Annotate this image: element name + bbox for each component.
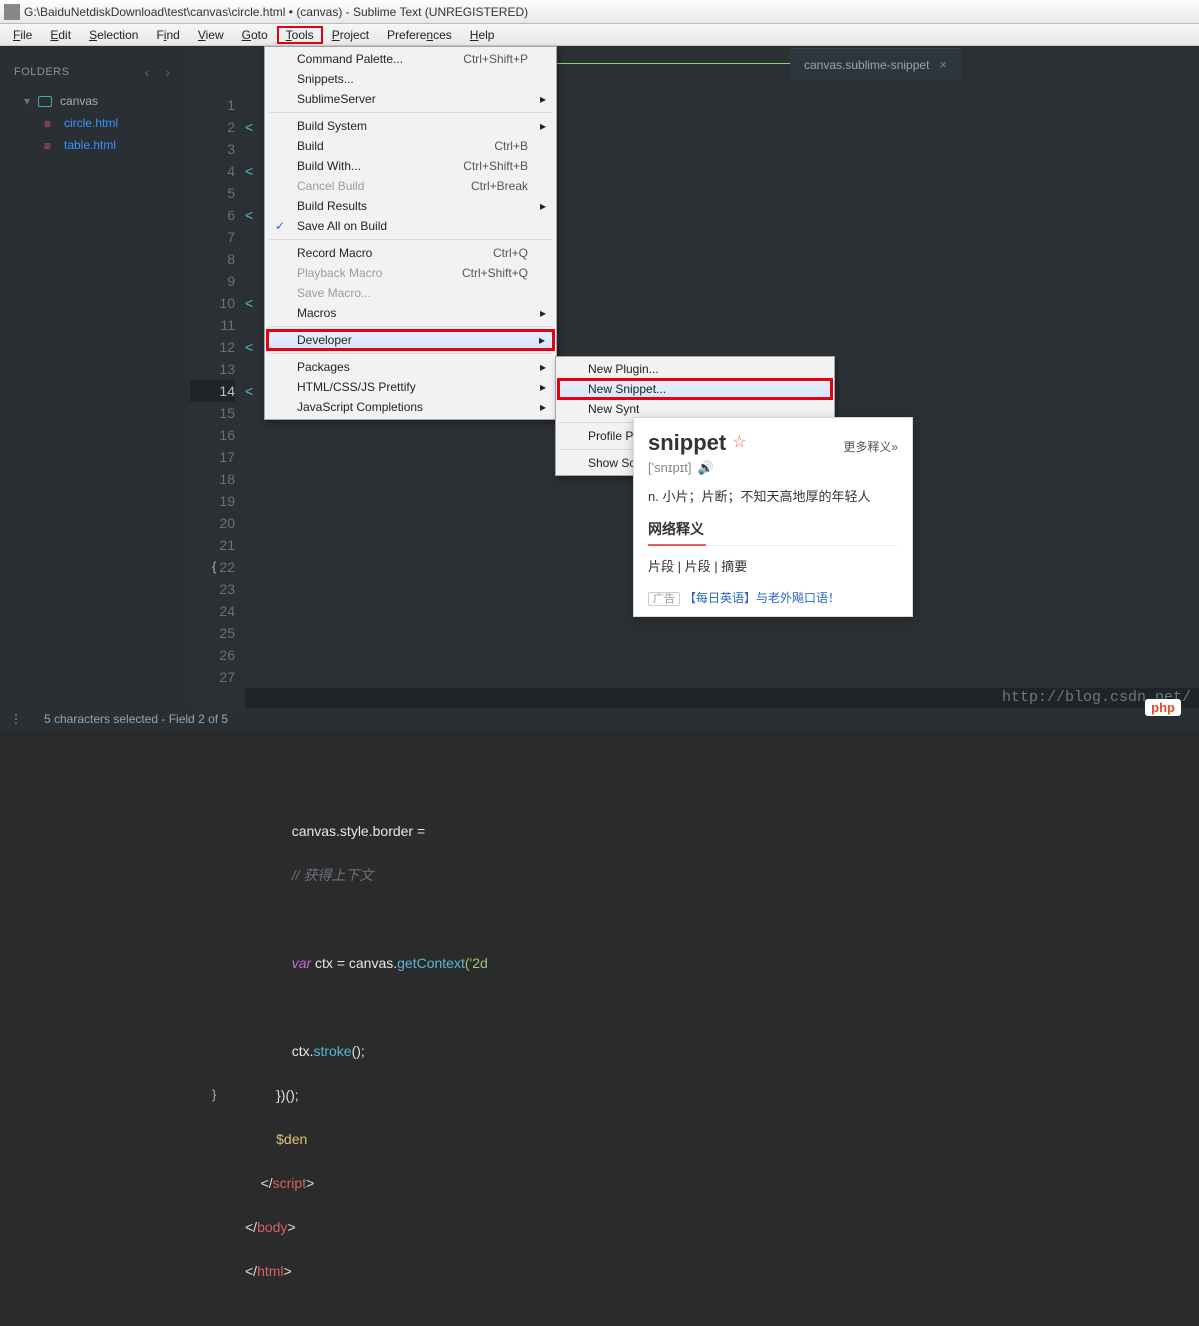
submenu-item[interactable]: New Plugin... <box>558 359 832 379</box>
folder-label: canvas <box>60 94 98 108</box>
menu-item[interactable]: JavaScript Completions▸ <box>267 397 554 417</box>
window-title: G:\BaiduNetdiskDownload\test\canvas\circ… <box>24 5 528 19</box>
menu-file[interactable]: File <box>4 26 41 44</box>
menu-selection[interactable]: Selection <box>80 26 147 44</box>
menu-item[interactable]: HTML/CSS/JS Prettify▸ <box>267 377 554 397</box>
menu-find[interactable]: Find <box>147 26 188 44</box>
menu-item[interactable]: Build Results▸ <box>267 196 554 216</box>
menu-item[interactable]: Cancel BuildCtrl+Break <box>267 176 554 196</box>
dict-word: snippet <box>648 430 726 456</box>
menu-preferences[interactable]: Preferences <box>378 26 461 44</box>
speaker-icon[interactable]: 🔊 <box>698 460 714 475</box>
tab-label: canvas.sublime-snippet <box>804 58 929 72</box>
sidebar-title: FOLDERS <box>14 66 69 78</box>
menu-item[interactable]: Playback MacroCtrl+Shift+Q <box>267 263 554 283</box>
menu-help[interactable]: Help <box>461 26 504 44</box>
file-label: circle.html <box>64 116 118 130</box>
tab-snippet[interactable]: canvas.sublime-snippet × <box>790 48 961 80</box>
file-circle[interactable]: circle.html <box>0 112 190 134</box>
menu-item[interactable]: Build System▸ <box>267 116 554 136</box>
file-icon <box>44 139 56 151</box>
menu-item[interactable]: Command Palette...Ctrl+Shift+P <box>267 49 554 69</box>
sidebar: FOLDERS ‹ › ▾ canvas circle.html table.h… <box>0 46 190 708</box>
menu-item[interactable]: Record MacroCtrl+Q <box>267 243 554 263</box>
menu-view[interactable]: View <box>189 26 233 44</box>
file-label: table.html <box>64 138 116 152</box>
php-logo: php <box>1145 699 1181 716</box>
titlebar: G:\BaiduNetdiskDownload\test\canvas\circ… <box>0 0 1199 24</box>
sidebar-header: FOLDERS ‹ › <box>0 64 190 90</box>
file-table[interactable]: table.html <box>0 134 190 156</box>
menu-project[interactable]: Project <box>323 26 378 44</box>
dict-phonetic: ['snɪpɪt]🔊 <box>648 460 898 476</box>
menu-item[interactable]: SublimeServer▸ <box>267 89 554 109</box>
menu-item[interactable]: Build With...Ctrl+Shift+B <box>267 156 554 176</box>
file-icon <box>44 117 56 129</box>
menu-item[interactable]: Packages▸ <box>267 357 554 377</box>
status-text: 5 characters selected - Field 2 of 5 <box>44 712 228 726</box>
submenu-item[interactable]: New Snippet... <box>558 379 832 399</box>
menu-item[interactable]: Save Macro... <box>267 283 554 303</box>
menu-tools[interactable]: Tools <box>277 26 323 44</box>
nav-arrows[interactable]: ‹ › <box>145 64 176 80</box>
statusbar: ⋮ 5 characters selected - Field 2 of 5 <box>0 708 1199 730</box>
dict-section: 网络释义 <box>648 519 898 546</box>
menu-item[interactable]: Macros▸ <box>267 303 554 323</box>
close-icon[interactable]: × <box>939 57 947 72</box>
app-icon <box>4 4 20 20</box>
menubar[interactable]: File Edit Selection Find View Goto Tools… <box>0 24 1199 46</box>
folder-icon <box>38 96 52 107</box>
menu-item[interactable]: ✓Save All on Build <box>267 216 554 236</box>
dict-def: n. 小片；片断；不知天高地厚的年轻人 <box>648 486 898 505</box>
menu-item[interactable]: Developer▸ <box>267 330 554 350</box>
star-icon[interactable]: ☆ <box>732 434 746 451</box>
tab-active[interactable] <box>530 63 790 80</box>
menu-icon[interactable]: ⋮ <box>10 712 24 726</box>
dict-trans: 片段 | 片段 | 摘要 <box>648 556 898 575</box>
dict-more[interactable]: 更多释义» <box>843 438 898 455</box>
chevron-down-icon: ▾ <box>24 94 30 108</box>
dictionary-popup: snippet ☆ 更多释义» ['snɪpɪt]🔊 n. 小片；片断；不知天高地… <box>633 417 913 617</box>
submenu-item[interactable]: New Synt <box>558 399 832 419</box>
dict-ad[interactable]: 广告【每日英语】与老外飚口语！ <box>648 589 898 606</box>
menu-item[interactable]: Snippets... <box>267 69 554 89</box>
tools-dropdown[interactable]: Command Palette...Ctrl+Shift+PSnippets..… <box>264 46 557 420</box>
folder-canvas[interactable]: ▾ canvas <box>0 90 190 112</box>
menu-goto[interactable]: Goto <box>233 26 277 44</box>
gutter: 1234567891011121314151617181920212223242… <box>190 80 245 708</box>
menu-item[interactable]: BuildCtrl+B <box>267 136 554 156</box>
menu-edit[interactable]: Edit <box>41 26 80 44</box>
